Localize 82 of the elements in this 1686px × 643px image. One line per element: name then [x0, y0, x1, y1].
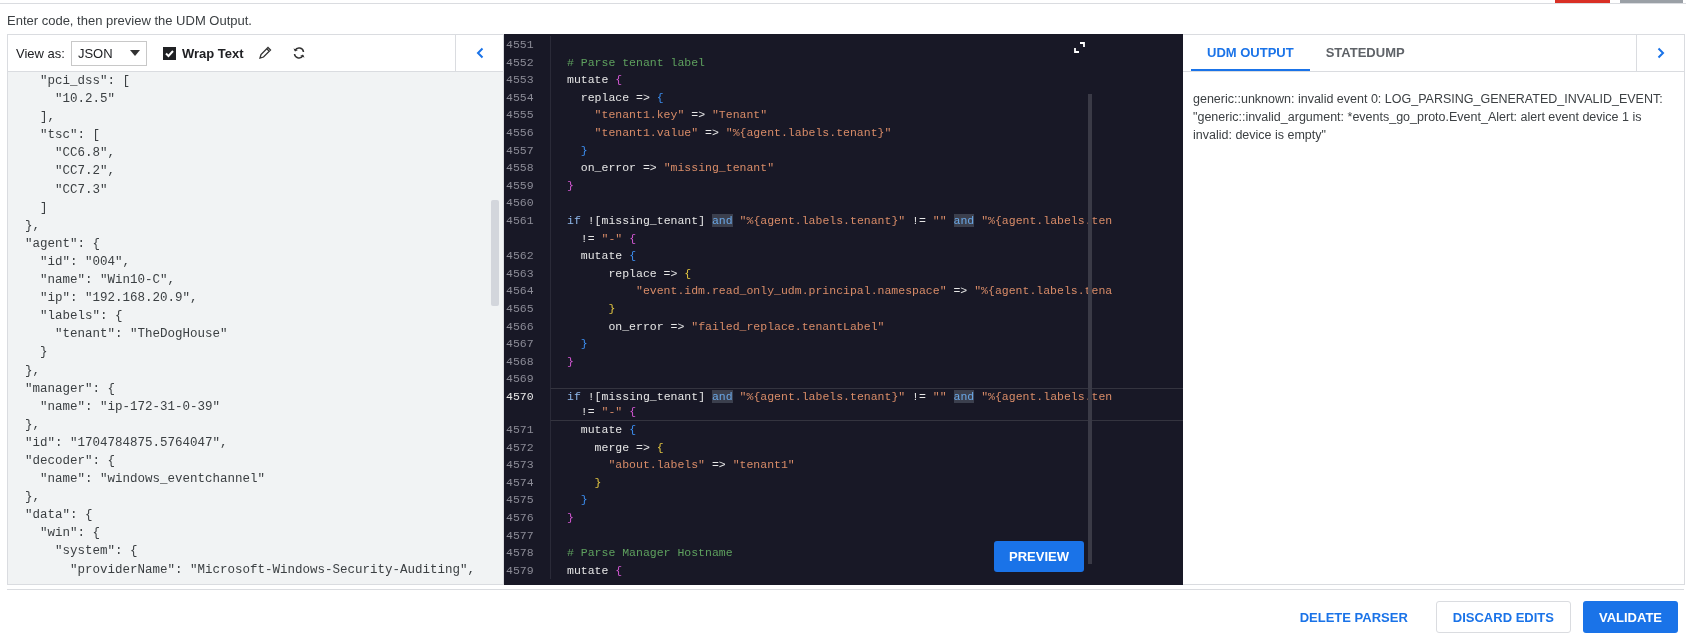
line-number: 4578: [505, 545, 535, 562]
line-number: 4574: [505, 474, 535, 491]
scrollbar-thumb[interactable]: [491, 200, 499, 306]
json-line: "system": {: [54, 543, 139, 561]
code-line: mutate {: [550, 71, 1183, 89]
validate-button[interactable]: VALIDATE: [1582, 601, 1678, 633]
partial-button[interactable]: [1555, 0, 1610, 3]
json-line: "providerName": "Microsoft-Windows-Security-Auditing",: [69, 561, 477, 579]
json-line: "CC6.8",: [54, 145, 117, 163]
line-number: 4570: [505, 388, 535, 405]
json-line: "id": "1704784875.5764047",: [24, 434, 229, 452]
line-number: 4579: [505, 562, 535, 579]
line-number: 4572: [505, 439, 535, 456]
json-line: "decoder": {: [24, 452, 117, 470]
line-number: 4575: [505, 492, 535, 509]
line-number: 4559: [505, 177, 535, 194]
line-number: 4553: [505, 72, 535, 89]
json-line: "win": {: [39, 525, 102, 543]
json-line: "tenant": "TheDogHouse": [54, 326, 229, 344]
view-as-label: View as:: [16, 45, 65, 61]
chevron-left-icon: [475, 47, 484, 59]
code-editor[interactable]: [504, 34, 1183, 585]
json-line: "10.2.5": [54, 91, 117, 109]
output-tab[interactable]: STATEDUMP: [1309, 35, 1421, 71]
code-line: if ![missing_tenant] and "%{agent.labels.tenant}" != "" and "%{agent.labels.ten != "-" {: [550, 387, 1183, 422]
preview-button[interactable]: PREVIEW: [994, 541, 1084, 572]
code-line: # Parse tenant label: [550, 53, 1183, 72]
json-line: "pci_dss": [: [39, 73, 132, 90]
line-number: 4563: [505, 265, 535, 282]
line-number: 4573: [505, 457, 535, 474]
line-number: 4560: [505, 195, 535, 212]
line-number: 4571: [505, 422, 535, 439]
json-line: }: [39, 344, 49, 362]
line-number: 4561: [505, 212, 535, 229]
wrap-text-label: Wrap Text: [181, 45, 244, 61]
json-line: "name": "ip-172-31-0-39": [39, 398, 222, 416]
refresh-icon[interactable]: [291, 46, 306, 60]
json-line: "ip": "192.168.20.9",: [39, 290, 199, 308]
line-number: 4555: [505, 107, 535, 124]
delete-button[interactable]: DELETE PARSER: [1283, 601, 1424, 633]
discard-button[interactable]: DISCARD EDITS: [1435, 601, 1571, 633]
json-line: },: [24, 362, 42, 380]
json-line: "id": "004",: [39, 253, 132, 271]
line-number: 4557: [505, 142, 535, 159]
instruction-text: Enter code, then preview the UDM Output.: [7, 13, 252, 30]
json-line: "labels": {: [39, 308, 124, 326]
json-line: },: [24, 217, 42, 235]
line-number: 4558: [505, 160, 535, 177]
line-number: 4556: [505, 124, 535, 141]
line-number: 4568: [505, 353, 535, 370]
line-number: 4569: [505, 371, 535, 388]
line-number: 4576: [505, 510, 535, 527]
line-number: 4562: [505, 248, 535, 265]
partial-button[interactable]: [1620, 0, 1683, 3]
json-line: "data": {: [24, 507, 94, 525]
json-line: },: [24, 416, 42, 434]
line-number: 4577: [505, 527, 535, 544]
wrap-text-checkbox[interactable]: [162, 46, 176, 60]
line-number: 4565: [505, 300, 535, 317]
line-number: 4567: [505, 336, 535, 353]
chevron-right-icon: [1656, 47, 1665, 59]
json-line: "CC7.2",: [54, 163, 117, 181]
line-number: 4554: [505, 89, 535, 106]
json-line: "manager": {: [24, 380, 117, 398]
json-line: "tsc": [: [39, 127, 102, 145]
json-line: "name": "windows_eventchannel": [39, 471, 267, 489]
error-message: generic::unknown: invalid event 0: LOG_PARSING_GENERATED_INVALID_EVENT: "generic::invalid_argument: *events_go_proto.Event_Alert: alert event device 1 is invalid: device is empty": [1192, 91, 1664, 144]
json-line: "CC7.3": [54, 181, 109, 199]
pencil-icon[interactable]: [257, 46, 272, 60]
line-number: 4551: [505, 37, 535, 53]
line-number: 4564: [505, 283, 535, 300]
output-tab[interactable]: UDM OUTPUT: [1191, 35, 1310, 71]
json-line: ],: [39, 109, 57, 127]
json-line: },: [24, 489, 42, 507]
expand-icon[interactable]: [1074, 42, 1085, 53]
view-as-dropdown[interactable]: JSON: [70, 40, 147, 66]
line-number: 4552: [505, 54, 535, 71]
json-line: "agent": {: [24, 235, 102, 253]
caret-icon: [129, 50, 140, 56]
json-line: ]: [39, 199, 49, 217]
line-number: 4566: [505, 318, 535, 335]
json-line: "name": "Win10-C",: [39, 272, 177, 290]
